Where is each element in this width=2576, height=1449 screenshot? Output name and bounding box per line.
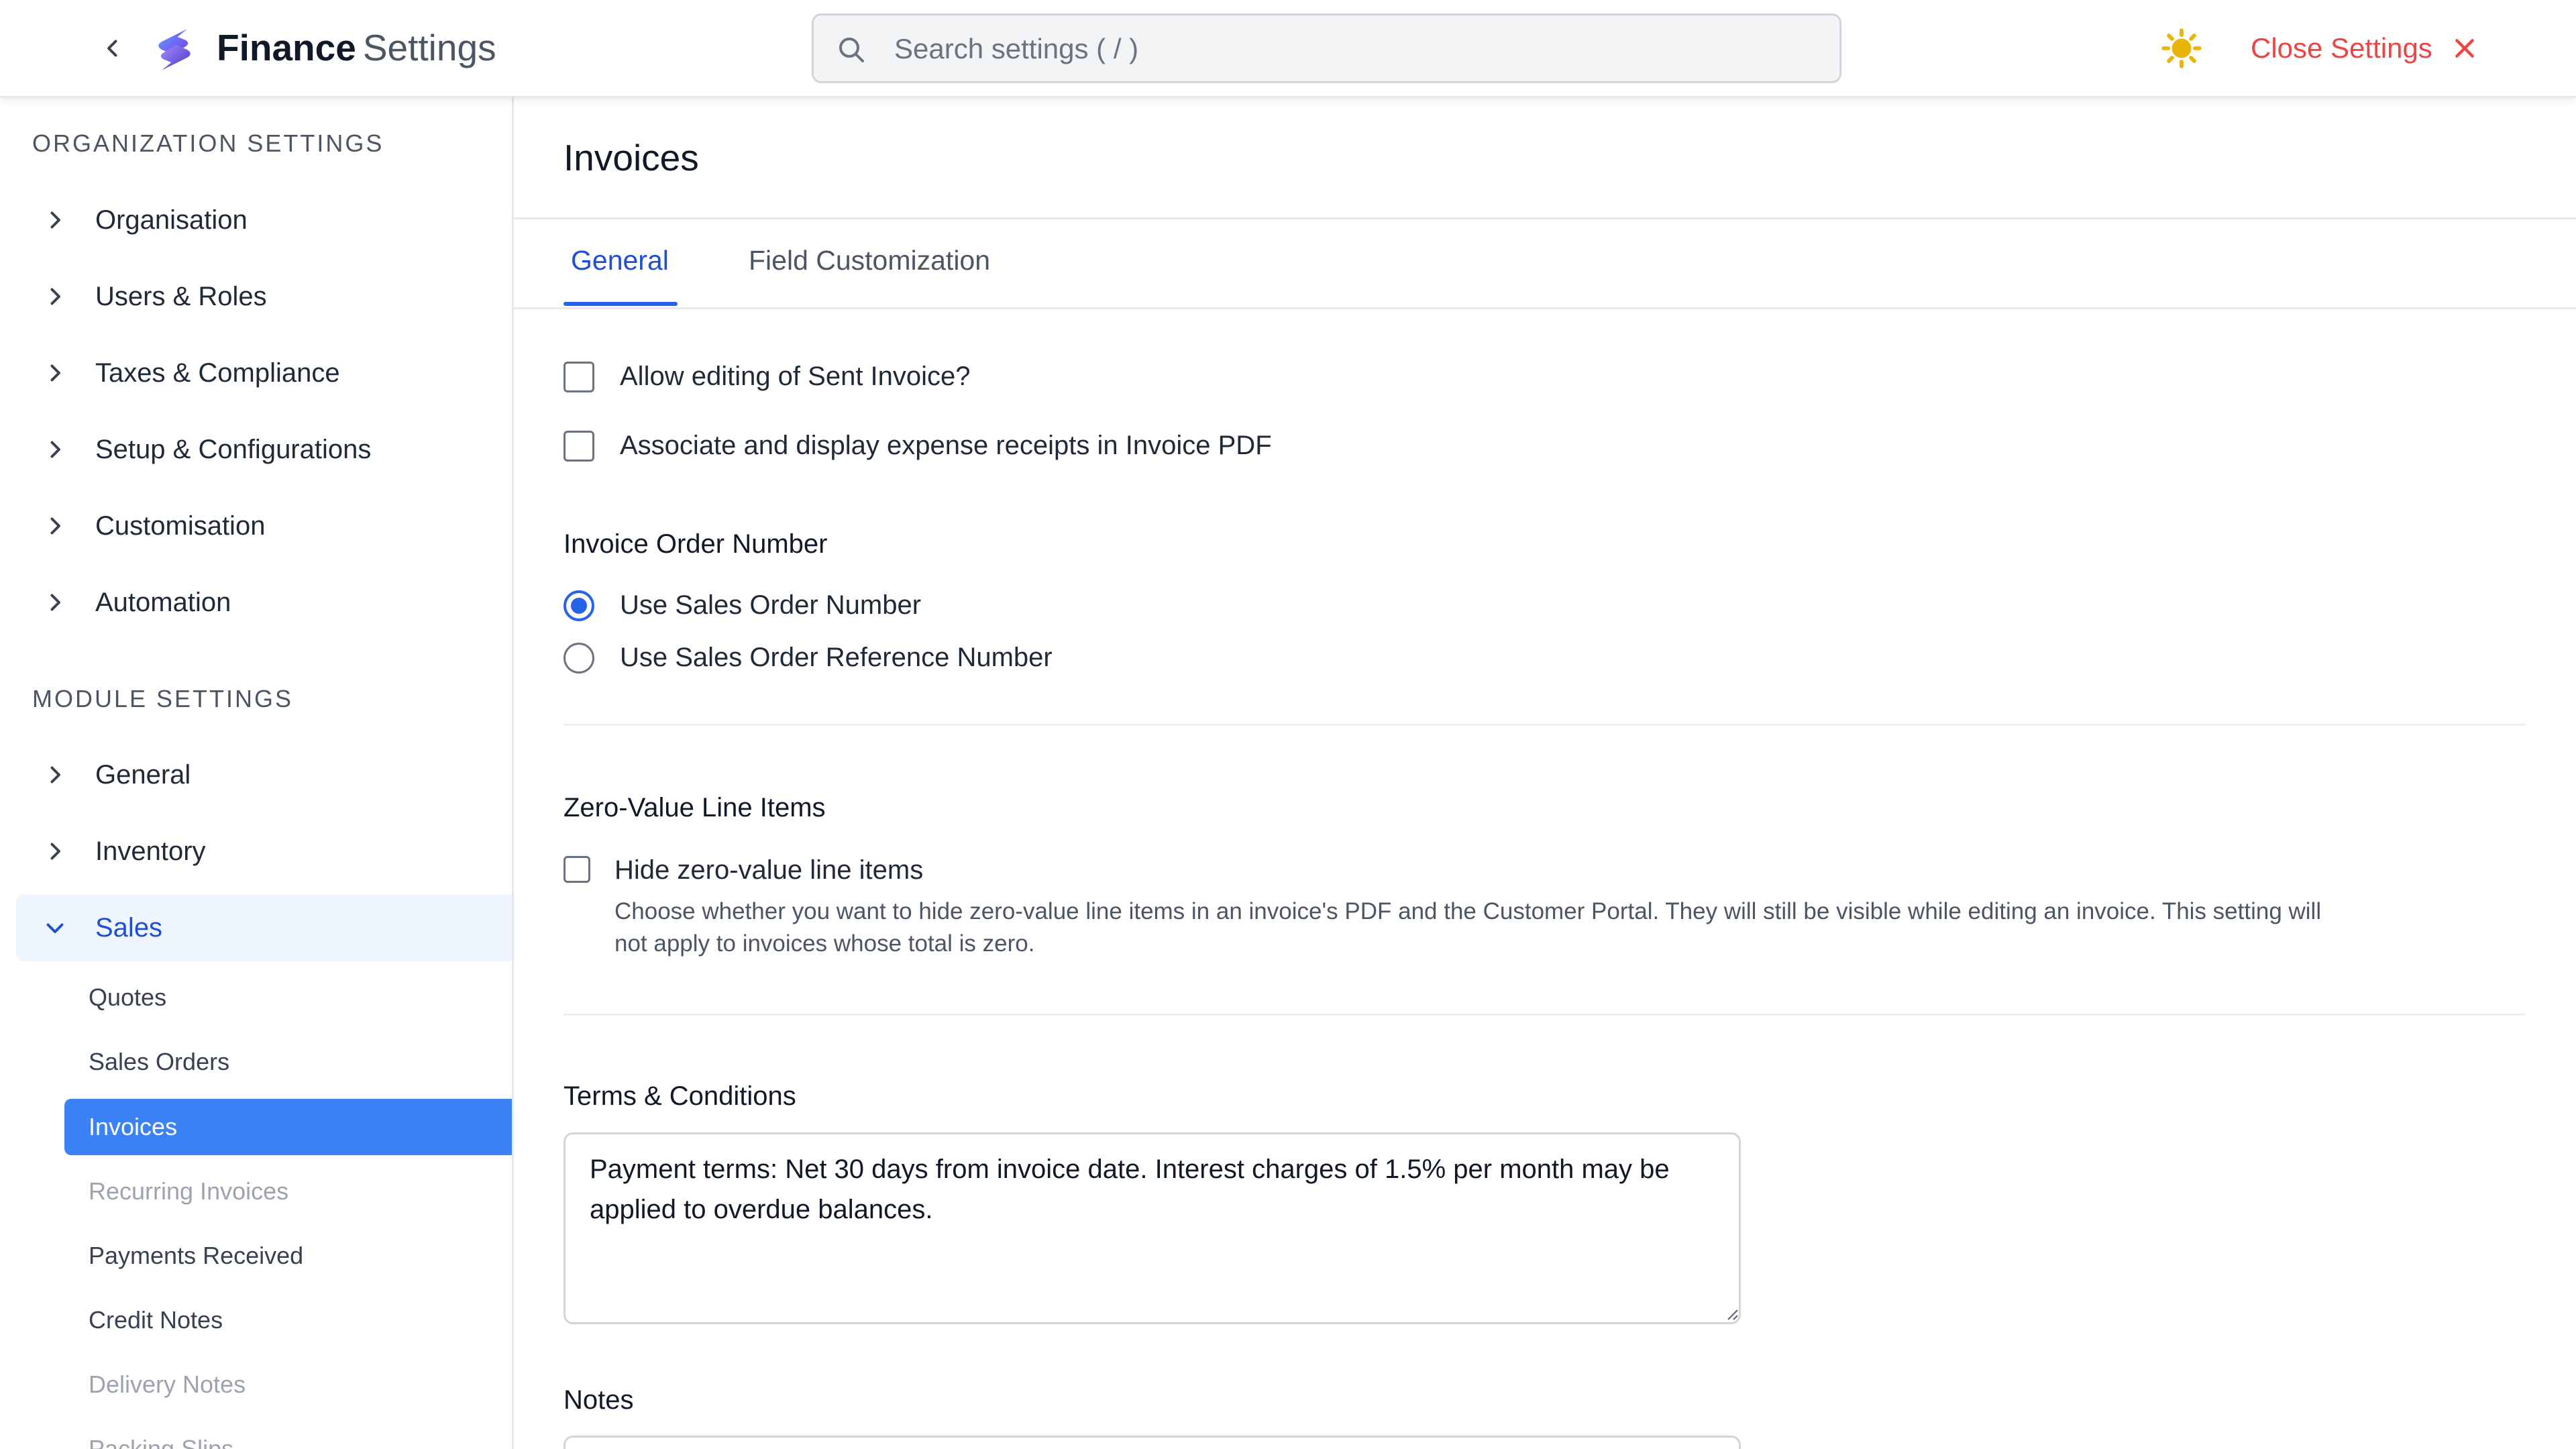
chevron-down-icon bbox=[46, 923, 64, 933]
zero-value-title: Zero-Value Line Items bbox=[564, 793, 826, 822]
close-settings-label: Close Settings bbox=[2251, 32, 2432, 64]
section-divider bbox=[564, 724, 2526, 726]
hide-zero-value-checkbox[interactable] bbox=[564, 856, 590, 883]
app-title-strong: Finance bbox=[217, 27, 356, 68]
tabs-divider bbox=[514, 307, 2576, 309]
tab-field-customization[interactable]: Field Customization bbox=[749, 245, 990, 308]
section-label-organization: ORGANIZATION SETTINGS bbox=[32, 129, 384, 157]
sidebar-item-inventory[interactable]: Inventory bbox=[16, 818, 512, 885]
chevron-right-icon bbox=[50, 288, 60, 305]
terms-textarea[interactable]: Payment terms: Net 30 days from invoice … bbox=[564, 1132, 1741, 1324]
chevron-right-icon bbox=[50, 441, 60, 458]
section-label-module: MODULE SETTINGS bbox=[32, 685, 294, 712]
chevron-right-icon bbox=[50, 766, 60, 784]
tab-general[interactable]: General bbox=[571, 245, 669, 308]
app-title: Finance Settings bbox=[217, 24, 496, 71]
app-logo-icon bbox=[158, 29, 191, 70]
search-box[interactable] bbox=[812, 13, 1841, 83]
sidebar-item-label: Automation bbox=[95, 587, 231, 617]
close-icon bbox=[2455, 39, 2474, 58]
chevron-right-icon bbox=[50, 594, 60, 611]
sidebar-item-label: Taxes & Compliance bbox=[95, 358, 340, 388]
notes-title: Notes bbox=[564, 1385, 634, 1415]
settings-header: FinanceSettings Close Settings bbox=[0, 0, 2576, 97]
sidebar-item-general[interactable]: General bbox=[16, 741, 512, 808]
settings-sidebar: ORGANIZATION SETTINGS Organisation Users… bbox=[0, 97, 514, 1449]
sidebar-subitem-quotes[interactable]: Quotes bbox=[64, 969, 512, 1026]
chevron-right-icon bbox=[50, 211, 60, 229]
back-button[interactable] bbox=[94, 27, 131, 70]
page-title: Invoices bbox=[564, 137, 699, 178]
allow-editing-sent-label[interactable]: Allow editing of Sent Invoice? bbox=[620, 362, 971, 392]
sidebar-item-label: Inventory bbox=[95, 836, 206, 866]
search-icon bbox=[839, 38, 864, 62]
sidebar-item-label: Setup & Configurations bbox=[95, 434, 372, 464]
sidebar-item-customisation[interactable]: Customisation bbox=[16, 492, 512, 559]
close-settings-button[interactable]: Close Settings bbox=[2251, 27, 2478, 70]
sidebar-item-label: Users & Roles bbox=[95, 281, 267, 311]
app-title-light: Settings bbox=[362, 27, 496, 68]
title-divider bbox=[514, 217, 2576, 219]
use-sales-order-number-label[interactable]: Use Sales Order Number bbox=[620, 590, 921, 621]
sun-icon[interactable] bbox=[2160, 27, 2203, 70]
sidebar-item-taxes-compliance[interactable]: Taxes & Compliance bbox=[16, 339, 512, 407]
sidebar-subitem-payments-received[interactable]: Payments Received bbox=[64, 1228, 512, 1284]
sidebar-subitem-recurring-invoices: Recurring Invoices bbox=[89, 1177, 289, 1205]
sidebar-item-sales[interactable]: Sales bbox=[16, 894, 512, 961]
sidebar-item-label: Customisation bbox=[95, 511, 266, 541]
sidebar-item-label: Sales bbox=[95, 912, 163, 943]
sidebar-subitem-delivery-notes: Delivery Notes bbox=[89, 1371, 246, 1398]
chevron-right-icon bbox=[50, 517, 60, 535]
settings-main: Invoices General Field Customization All… bbox=[514, 97, 2576, 1449]
terms-title: Terms & Conditions bbox=[564, 1081, 796, 1111]
sidebar-subitem-invoices[interactable]: Invoices bbox=[64, 1099, 512, 1155]
chevron-right-icon bbox=[50, 364, 60, 382]
notes-textarea[interactable] bbox=[564, 1436, 1741, 1449]
use-sales-order-reference-label[interactable]: Use Sales Order Reference Number bbox=[620, 643, 1053, 673]
chevron-right-icon bbox=[50, 843, 60, 860]
sidebar-item-organisation[interactable]: Organisation bbox=[16, 186, 512, 254]
sidebar-item-label: Organisation bbox=[95, 205, 248, 235]
sidebar-subitem-credit-notes[interactable]: Credit Notes bbox=[64, 1292, 512, 1348]
search-input[interactable] bbox=[894, 28, 1820, 70]
sidebar-item-label: General bbox=[95, 759, 191, 790]
active-tab-indicator bbox=[564, 302, 678, 306]
sidebar-item-automation[interactable]: Automation bbox=[16, 569, 512, 636]
section-divider bbox=[564, 1014, 2526, 1016]
use-sales-order-reference-radio[interactable] bbox=[564, 643, 594, 674]
invoice-order-number-title: Invoice Order Number bbox=[564, 529, 828, 559]
chevron-left-icon bbox=[107, 40, 117, 57]
attach-receipts-label[interactable]: Associate and display expense receipts i… bbox=[620, 431, 1272, 461]
sidebar-item-users-roles[interactable]: Users & Roles bbox=[16, 263, 512, 330]
hide-zero-value-label[interactable]: Hide zero-value line items bbox=[614, 855, 923, 885]
sidebar-subitem-sales-orders[interactable]: Sales Orders bbox=[64, 1034, 512, 1090]
sidebar-subitem-packing-slips: Packing Slips bbox=[89, 1435, 234, 1449]
allow-editing-sent-checkbox[interactable] bbox=[564, 362, 594, 392]
attach-receipts-checkbox[interactable] bbox=[564, 431, 594, 462]
resize-grip-icon[interactable] bbox=[1725, 1307, 1739, 1321]
sidebar-item-setup-configurations[interactable]: Setup & Configurations bbox=[16, 416, 512, 483]
hide-zero-value-help: Choose whether you want to hide zero-val… bbox=[614, 898, 2322, 957]
use-sales-order-number-radio[interactable] bbox=[564, 590, 594, 621]
